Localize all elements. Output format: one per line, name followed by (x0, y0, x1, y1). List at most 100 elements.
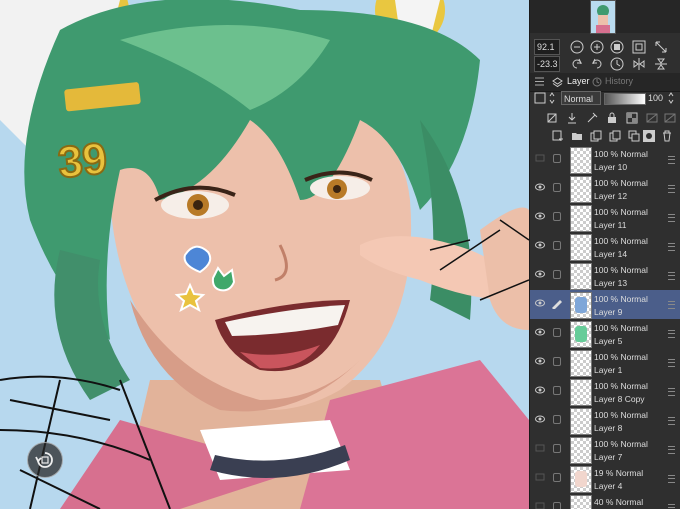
opacity-stepper-icon[interactable] (668, 92, 674, 104)
clip-layer-icon[interactable] (546, 112, 558, 124)
eye-icon[interactable] (535, 299, 545, 307)
drag-handle-icon[interactable] (668, 156, 675, 164)
reference-layer-icon[interactable] (566, 112, 578, 124)
layer-row[interactable]: 100 % Normal Layer 1 (530, 348, 680, 378)
flip-vertical-icon[interactable] (654, 57, 668, 71)
expand-icon[interactable] (654, 40, 668, 54)
layer-lock-toggle[interactable] (553, 154, 561, 163)
layer-row[interactable]: 100 % Normal Layer 14 (530, 232, 680, 262)
eye-icon[interactable] (535, 241, 545, 249)
layer-lock-toggle[interactable] (553, 183, 561, 192)
layer-row[interactable]: 40 % Normal (530, 493, 680, 509)
drag-handle-icon[interactable] (668, 417, 675, 425)
eye-hidden-icon[interactable] (535, 154, 545, 162)
layer-row[interactable]: 100 % Normal Layer 13 (530, 261, 680, 291)
layer-row[interactable]: 100 % Normal Layer 7 (530, 435, 680, 465)
layer-thumbnail[interactable] (570, 350, 592, 377)
drag-handle-icon[interactable] (668, 359, 675, 367)
eye-icon[interactable] (535, 270, 545, 278)
drag-handle-icon[interactable] (668, 504, 675, 509)
layer-thumbnail[interactable] (570, 147, 592, 174)
lock-layer-icon[interactable] (606, 112, 618, 124)
drag-handle-icon[interactable] (668, 446, 675, 454)
rotate-canvas-button[interactable] (27, 442, 63, 478)
new-folder-icon[interactable] (571, 130, 583, 142)
drag-handle-icon[interactable] (668, 272, 675, 280)
drag-handle-icon[interactable] (668, 243, 675, 251)
eye-icon[interactable] (535, 212, 545, 220)
eye-icon[interactable] (535, 328, 545, 336)
opacity-slider[interactable] (604, 93, 646, 105)
layer-row[interactable]: 100 % Normal Layer 5 (530, 319, 680, 349)
layer-row[interactable]: 100 % Normal Layer 8 Copy (530, 377, 680, 407)
new-raster-layer-icon[interactable] (552, 130, 564, 142)
navigator-preview[interactable] (530, 0, 680, 34)
layer-lock-toggle[interactable] (553, 502, 561, 509)
rotation-value[interactable]: -23.3 (534, 56, 560, 72)
eye-icon[interactable] (535, 415, 545, 423)
drag-handle-icon[interactable] (668, 185, 675, 193)
layer-row[interactable]: 100 % Normal Layer 8 (530, 406, 680, 436)
layer-lock-toggle[interactable] (553, 473, 561, 482)
drawing-canvas[interactable]: 39 (0, 0, 529, 509)
ruler-icon[interactable] (664, 112, 676, 124)
new-vector-layer-icon[interactable] (590, 130, 602, 142)
zoom-value[interactable]: 92.1 (534, 39, 560, 55)
mask-enable-icon[interactable] (646, 112, 658, 124)
layer-lock-toggle[interactable] (553, 241, 561, 250)
eye-hidden-icon[interactable] (535, 473, 545, 481)
layer-thumbnail[interactable] (570, 321, 592, 348)
layer-thumbnail[interactable] (570, 263, 592, 290)
layer-thumbnail[interactable] (570, 437, 592, 464)
tab-history[interactable]: History (605, 76, 633, 86)
layer-thumbnail[interactable] (570, 379, 592, 406)
layer-thumbnail[interactable] (570, 408, 592, 435)
layer-lock-toggle[interactable] (553, 357, 561, 366)
layer-mask-icon[interactable] (643, 130, 655, 142)
duplicate-layer-icon[interactable] (609, 130, 621, 142)
layer-row[interactable]: 100 % Normal Layer 9 (530, 290, 680, 320)
fit-window-icon[interactable] (632, 40, 646, 54)
eye-icon[interactable] (535, 357, 545, 365)
layer-thumbnail[interactable] (570, 205, 592, 232)
layer-thumbnail[interactable] (570, 234, 592, 261)
reset-rotation-icon[interactable] (610, 57, 624, 71)
blend-mode-select[interactable]: Normal (561, 91, 601, 105)
layer-lock-toggle[interactable] (553, 386, 561, 395)
layer-color-icon[interactable] (534, 92, 546, 104)
fit-screen-icon[interactable] (610, 40, 624, 54)
opacity-value[interactable]: 100 (648, 93, 663, 103)
draft-layer-icon[interactable] (586, 112, 598, 124)
menu-icon[interactable] (535, 77, 544, 86)
merge-down-icon[interactable] (628, 130, 640, 142)
layer-row[interactable]: 100 % Normal Layer 11 (530, 203, 680, 233)
eye-icon[interactable] (535, 386, 545, 394)
delete-layer-icon[interactable] (661, 130, 673, 142)
layer-row[interactable]: 100 % Normal Layer 10 (530, 145, 680, 175)
eye-hidden-icon[interactable] (535, 502, 545, 509)
rotate-left-icon[interactable] (570, 57, 584, 71)
layer-thumbnail[interactable] (570, 466, 592, 493)
zoom-out-icon[interactable] (570, 40, 584, 54)
drag-handle-icon[interactable] (668, 388, 675, 396)
layer-lock-toggle[interactable] (553, 415, 561, 424)
layer-thumbnail[interactable] (570, 292, 592, 319)
layer-lock-toggle[interactable] (553, 212, 561, 221)
layer-lock-toggle[interactable] (553, 444, 561, 453)
drag-handle-icon[interactable] (668, 475, 675, 483)
tab-layer[interactable]: Layer (567, 76, 590, 86)
rotate-right-icon[interactable] (590, 57, 604, 71)
drag-handle-icon[interactable] (668, 301, 675, 309)
navigator-thumbnail[interactable] (590, 0, 616, 34)
drag-handle-icon[interactable] (668, 214, 675, 222)
layer-row[interactable]: 19 % Normal Layer 4 (530, 464, 680, 494)
layer-thumbnail[interactable] (570, 495, 592, 509)
flip-horizontal-icon[interactable] (632, 57, 646, 71)
drag-handle-icon[interactable] (668, 330, 675, 338)
layer-lock-toggle[interactable] (553, 270, 561, 279)
layer-list[interactable]: 100 % Normal Layer 10 100 % Normal Layer 12… (530, 145, 680, 509)
eye-icon[interactable] (535, 183, 545, 191)
layer-row[interactable]: 100 % Normal Layer 12 (530, 174, 680, 204)
lock-transparency-icon[interactable] (626, 112, 638, 124)
eye-hidden-icon[interactable] (535, 444, 545, 452)
